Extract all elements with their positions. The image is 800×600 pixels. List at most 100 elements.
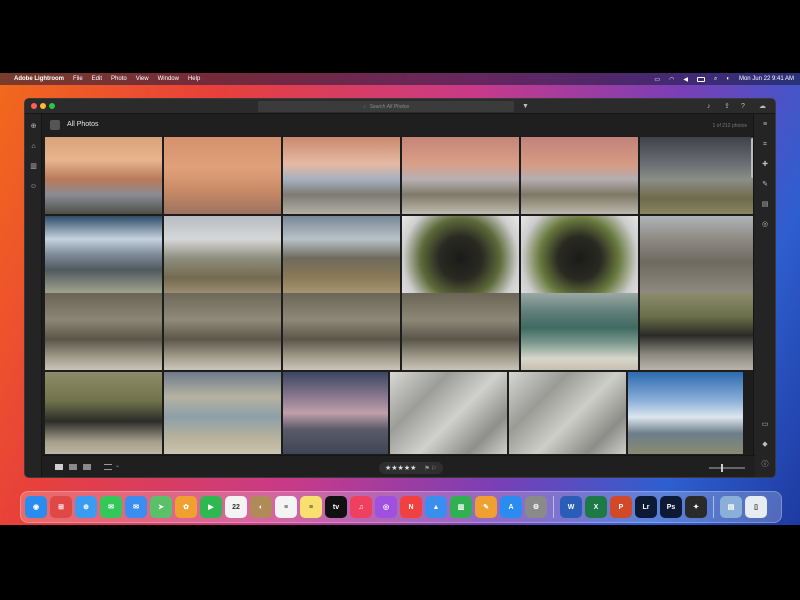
photo-thumbnail-rocks-beach-1[interactable] — [45, 293, 162, 370]
photo-thumbnail-rainbow-penguin-colony-2[interactable] — [402, 137, 519, 214]
help-icon[interactable]: ? — [741, 102, 745, 111]
edit-sliders-icon[interactable]: ≡ — [760, 120, 770, 130]
photo-thumbnail-coastal-bay[interactable] — [164, 372, 281, 454]
finder-icon[interactable]: ◉ — [25, 496, 47, 518]
photo-thumbnail-rocks-beach-4[interactable] — [402, 293, 519, 370]
reminders-icon[interactable]: ≡ — [275, 496, 297, 518]
photo-thumbnail-dusk-shipwreck[interactable] — [283, 372, 388, 454]
healing-icon[interactable]: ✚ — [760, 160, 770, 170]
notifications-icon[interactable]: ♪ — [707, 102, 711, 111]
menu-photo[interactable]: Photo — [111, 76, 127, 82]
app-store-icon[interactable]: A — [500, 496, 522, 518]
photo-thumbnail-penguins-grassland[interactable] — [45, 372, 162, 454]
battery-icon[interactable] — [696, 76, 705, 82]
spotlight-icon[interactable]: ⌕ — [714, 76, 717, 83]
notes-icon[interactable]: ≡ — [300, 496, 322, 518]
pages-icon[interactable]: ✎ — [475, 496, 497, 518]
calendar-icon[interactable]: 22 — [225, 496, 247, 518]
safari-icon[interactable]: ⊕ — [75, 496, 97, 518]
crop-icon[interactable]: ⌗ — [760, 140, 770, 150]
system-preferences-icon[interactable]: ⚙ — [525, 496, 547, 518]
display-icon[interactable]: ▭ — [654, 76, 660, 83]
grid-view-icon[interactable] — [55, 464, 63, 470]
menu-app-name[interactable]: Adobe Lightroom — [14, 76, 64, 82]
photo-thumbnail-ocean-wave-shore[interactable] — [521, 293, 638, 370]
facetime-icon[interactable]: ▶ — [200, 496, 222, 518]
excel-icon[interactable]: X — [585, 496, 607, 518]
add-photos-icon[interactable]: ⊕ — [29, 122, 38, 131]
photo-thumbnail-rain-shower-sunset[interactable] — [164, 137, 281, 214]
flag-controls[interactable]: ⚑ ⚐ — [424, 465, 436, 472]
photo-thumbnail-penguins-on-grass[interactable] — [640, 293, 753, 370]
menu-window[interactable]: Window — [158, 76, 179, 82]
detail-view-icon[interactable] — [83, 464, 91, 470]
word-icon[interactable]: W — [560, 496, 582, 518]
brush-icon[interactable]: ✎ — [760, 180, 770, 190]
photo-thumbnail-storm-clouds-coast[interactable] — [45, 216, 162, 293]
messages-icon[interactable]: ✉ — [100, 496, 122, 518]
photo-thumbnail-dark-sky-grassland[interactable] — [640, 137, 753, 214]
launchpad-icon[interactable]: ⊞ — [50, 496, 72, 518]
photo-thumbnail-lichen-rock-2[interactable] — [509, 372, 626, 454]
slider-knob[interactable] — [721, 464, 723, 472]
photo-thumbnail-rainbow-penguin-colony-1[interactable] — [283, 137, 400, 214]
final-cut-icon[interactable]: ✦ — [685, 496, 707, 518]
photo-thumbnail-rocks-beach-3[interactable] — [283, 293, 400, 370]
rating-stars[interactable]: ★★★★★ — [385, 464, 416, 472]
maps-icon[interactable]: ➤ — [150, 496, 172, 518]
menu-clock[interactable]: Mon Jun 22 9:41 AM — [739, 76, 794, 82]
minimize-button[interactable] — [40, 103, 46, 109]
numbers-icon[interactable]: ▥ — [450, 496, 472, 518]
podcasts-icon[interactable]: ◎ — [375, 496, 397, 518]
wifi-icon[interactable]: ◠ — [669, 76, 674, 83]
photo-thumbnail-rainbow-penguin-colony-3[interactable] — [521, 137, 638, 214]
tag-icon[interactable]: ◆ — [760, 440, 770, 450]
sort-icon[interactable] — [104, 464, 112, 470]
photoshop-icon[interactable]: Ps — [660, 496, 682, 518]
photo-thumbnail-rock-formations[interactable] — [640, 216, 753, 293]
share-icon[interactable]: ⇪ — [724, 102, 730, 111]
menu-file[interactable]: File — [73, 76, 83, 82]
photo-thumbnail-rocky-ridge[interactable] — [283, 216, 400, 293]
powerpoint-icon[interactable]: P — [610, 496, 632, 518]
rating-control[interactable]: ★★★★★ ⚑ ⚐ — [379, 462, 443, 474]
keynote-icon[interactable]: ▲ — [425, 496, 447, 518]
comment-icon[interactable]: ▭ — [760, 420, 770, 430]
gradient-icon[interactable]: ▤ — [760, 200, 770, 210]
radial-icon[interactable]: ◎ — [760, 220, 770, 230]
search-field[interactable]: ⌕ Search All Photos — [258, 101, 514, 112]
photo-thumbnail-penguin-burrow-2[interactable] — [521, 216, 638, 293]
home-icon[interactable]: ⌂ — [29, 142, 38, 151]
library-icon[interactable]: ▥ — [29, 162, 38, 171]
cloud-sync-icon[interactable]: ☁ — [759, 102, 766, 111]
photo-thumbnail-lichen-rock-1[interactable] — [390, 372, 507, 454]
menu-edit[interactable]: Edit — [92, 76, 102, 82]
trash-icon[interactable]: ▯ — [745, 496, 767, 518]
news-icon[interactable]: N — [400, 496, 422, 518]
control-center-icon[interactable]: ◐ — [726, 76, 730, 82]
close-button[interactable] — [31, 103, 37, 109]
photo-thumbnail-sunset-clouds-beach[interactable] — [45, 137, 162, 214]
photo-thumbnail-rocks-beach-2[interactable] — [164, 293, 281, 370]
dock: ◉ ⊞ ⊕ ✉ ✉ ➤ ✿ ▶ 22 ◐ ≡ ≡ tv ♫ ◎ N ▲ ▥ ✎ A ⚙ W X P Lr Ps ✦ ▤ ▯ — [20, 491, 782, 523]
photos-icon[interactable]: ✿ — [175, 496, 197, 518]
people-icon[interactable]: ☺ — [29, 182, 38, 191]
music-icon[interactable]: ♫ — [350, 496, 372, 518]
zoom-button[interactable] — [49, 103, 55, 109]
downloads-icon[interactable]: ▤ — [720, 496, 742, 518]
photo-thumbnail-penguin-burrow-1[interactable] — [402, 216, 519, 293]
filter-icon[interactable]: ▼ — [522, 102, 529, 111]
thumbnail-size-slider[interactable] — [709, 464, 745, 472]
info-icon[interactable]: ⓘ — [760, 460, 770, 470]
volume-icon[interactable]: ◀ — [683, 76, 688, 83]
photo-thumbnail-rolling-hills[interactable] — [164, 216, 281, 293]
photo-thumbnail-blue-sky-town[interactable] — [628, 372, 743, 454]
lightroom-icon[interactable]: Lr — [635, 496, 657, 518]
chevron-down-icon[interactable]: ⌄ — [115, 462, 120, 469]
square-grid-icon[interactable] — [69, 464, 77, 470]
menu-help[interactable]: Help — [188, 76, 200, 82]
contacts-icon[interactable]: ◐ — [250, 496, 272, 518]
apple-tv-icon[interactable]: tv — [325, 496, 347, 518]
mail-icon[interactable]: ✉ — [125, 496, 147, 518]
menu-view[interactable]: View — [136, 76, 149, 82]
